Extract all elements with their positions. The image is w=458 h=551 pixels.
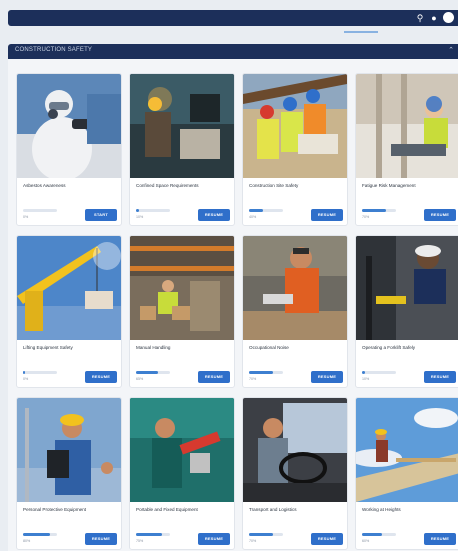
active-tab-indicator xyxy=(344,31,378,33)
progress-fill xyxy=(23,533,51,536)
course-thumbnail[interactable] xyxy=(243,74,347,178)
search-icon[interactable]: ⚲ xyxy=(415,13,425,23)
top-nav-bar: ⚲ ● xyxy=(8,10,458,26)
progress-bar xyxy=(136,533,170,536)
course-card[interactable]: Transport and Logistics 70% RESUME xyxy=(242,397,348,550)
course-card[interactable]: Manual Handling 65% RESUME xyxy=(129,235,235,388)
course-grid: Asbestos Awareness 0% START Confined Space… xyxy=(8,44,458,551)
progress-bar xyxy=(136,371,170,374)
start-button[interactable]: START xyxy=(85,209,117,221)
progress-text: 70% xyxy=(249,539,257,543)
course-thumbnail[interactable] xyxy=(243,236,347,340)
course-title[interactable]: Portable and Fixed Equipment xyxy=(136,507,232,512)
course-title[interactable]: Operating a Forklift Safely xyxy=(362,345,458,350)
progress-bar xyxy=(23,533,57,536)
progress-fill xyxy=(362,209,386,212)
progress-fill xyxy=(136,533,162,536)
progress-text: 75% xyxy=(136,539,144,543)
progress-text: 80% xyxy=(23,539,31,543)
progress-bar xyxy=(362,209,396,212)
course-thumbnail[interactable] xyxy=(130,74,234,178)
resume-button[interactable]: RESUME xyxy=(85,371,117,383)
progress-text: 0% xyxy=(23,377,29,381)
course-title[interactable]: Construction Site Safety xyxy=(249,183,345,188)
course-title[interactable]: Occupational Noise xyxy=(249,345,345,350)
progress-fill xyxy=(23,371,25,374)
course-title[interactable]: Lifting Equipment Safety xyxy=(23,345,119,350)
course-thumbnail[interactable] xyxy=(130,398,234,502)
resume-button[interactable]: RESUME xyxy=(311,209,343,221)
avatar[interactable] xyxy=(443,12,454,23)
resume-button[interactable]: RESUME xyxy=(311,533,343,545)
user-icon[interactable]: ● xyxy=(429,13,439,23)
progress-bar xyxy=(23,371,57,374)
course-thumbnail[interactable] xyxy=(356,398,458,502)
course-title[interactable]: Personal Protective Equipment xyxy=(23,507,119,512)
course-card[interactable]: Operating a Forklift Safely 10% RESUME xyxy=(355,235,458,388)
progress-text: 10% xyxy=(136,215,144,219)
resume-button[interactable]: RESUME xyxy=(424,533,456,545)
course-panel: CONSTRUCTION SAFETY ⌃ Asbestos Awareness… xyxy=(8,44,458,551)
resume-button[interactable]: RESUME xyxy=(311,371,343,383)
resume-button[interactable]: RESUME xyxy=(198,209,230,221)
resume-button[interactable]: RESUME xyxy=(198,371,230,383)
course-title[interactable]: Transport and Logistics xyxy=(249,507,345,512)
progress-bar xyxy=(23,209,57,212)
course-title[interactable]: Asbestos Awareness xyxy=(23,183,119,188)
course-card[interactable]: Confined Space Requirements 10% RESUME xyxy=(129,73,235,226)
progress-fill xyxy=(249,533,273,536)
progress-text: 0% xyxy=(23,215,29,219)
progress-text: 40% xyxy=(249,215,257,219)
progress-bar xyxy=(136,209,170,212)
resume-button[interactable]: RESUME xyxy=(85,533,117,545)
progress-text: 10% xyxy=(362,377,370,381)
progress-text: 70% xyxy=(249,377,257,381)
progress-fill xyxy=(249,209,263,212)
course-card[interactable]: Personal Protective Equipment 80% RESUME xyxy=(16,397,122,550)
course-card[interactable]: Working at Heights 60% RESUME xyxy=(355,397,458,550)
course-thumbnail[interactable] xyxy=(130,236,234,340)
course-thumbnail[interactable] xyxy=(243,398,347,502)
progress-fill xyxy=(136,209,140,212)
course-thumbnail[interactable] xyxy=(17,398,121,502)
progress-fill xyxy=(362,533,383,536)
course-title[interactable]: Working at Heights xyxy=(362,507,458,512)
progress-fill xyxy=(249,371,273,374)
course-thumbnail[interactable] xyxy=(17,236,121,340)
progress-bar xyxy=(249,371,283,374)
course-card[interactable]: Occupational Noise 70% RESUME xyxy=(242,235,348,388)
resume-button[interactable]: RESUME xyxy=(424,371,456,383)
course-card[interactable]: Construction Site Safety 40% RESUME xyxy=(242,73,348,226)
course-title[interactable]: Fatigue Risk Management xyxy=(362,183,458,188)
course-card[interactable]: Lifting Equipment Safety 0% RESUME xyxy=(16,235,122,388)
course-thumbnail[interactable] xyxy=(356,236,458,340)
course-thumbnail[interactable] xyxy=(17,74,121,178)
progress-bar xyxy=(249,533,283,536)
course-title[interactable]: Confined Space Requirements xyxy=(136,183,232,188)
progress-text: 70% xyxy=(362,215,370,219)
course-card[interactable]: Fatigue Risk Management 70% RESUME xyxy=(355,73,458,226)
progress-text: 60% xyxy=(362,539,370,543)
progress-bar xyxy=(362,533,396,536)
progress-fill xyxy=(362,371,366,374)
course-card[interactable]: Portable and Fixed Equipment 75% RESUME xyxy=(129,397,235,550)
course-thumbnail[interactable] xyxy=(356,74,458,178)
progress-text: 65% xyxy=(136,377,144,381)
progress-bar xyxy=(362,371,396,374)
progress-fill xyxy=(136,371,159,374)
resume-button[interactable]: RESUME xyxy=(198,533,230,545)
course-card[interactable]: Asbestos Awareness 0% START xyxy=(16,73,122,226)
course-title[interactable]: Manual Handling xyxy=(136,345,232,350)
resume-button[interactable]: RESUME xyxy=(424,209,456,221)
progress-bar xyxy=(249,209,283,212)
